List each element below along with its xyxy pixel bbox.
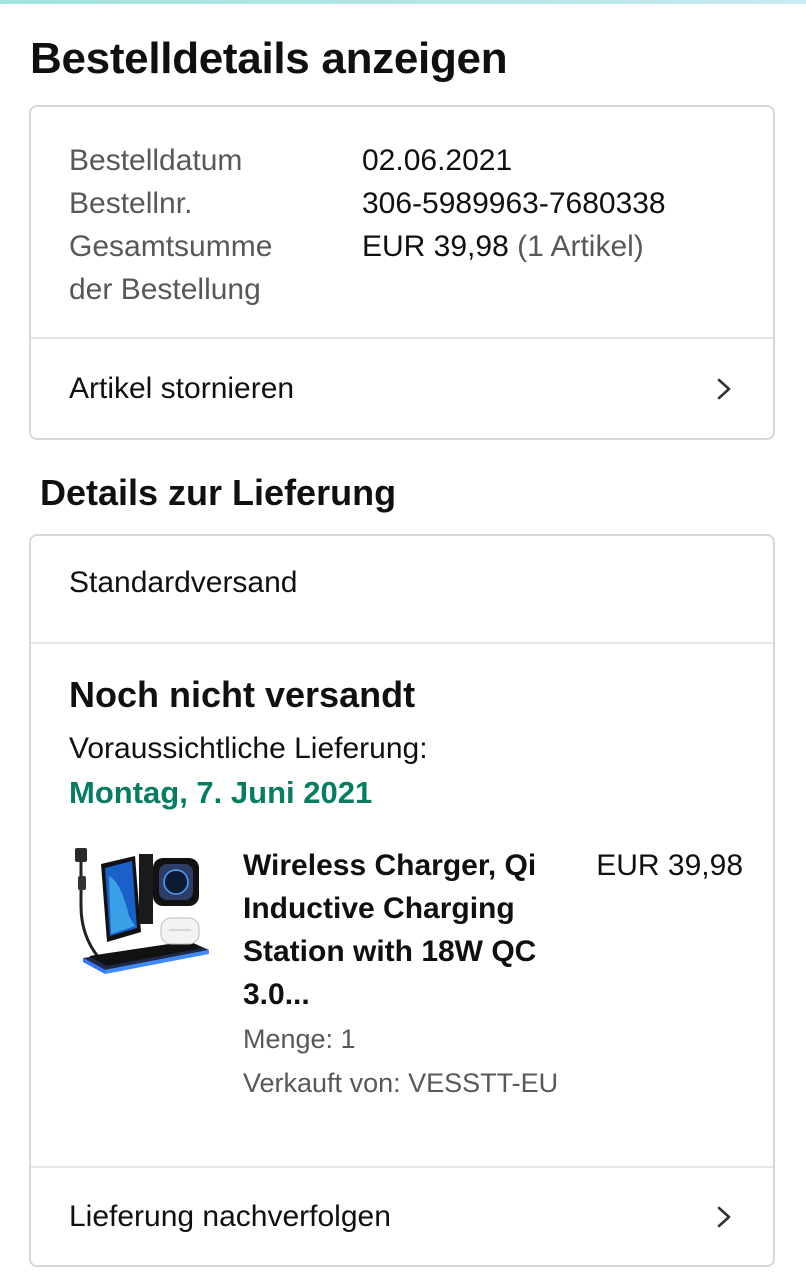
expected-delivery-date: Montag, 7. Juni 2021 — [69, 775, 373, 810]
order-total-label-line2: der Bestellung — [69, 273, 261, 306]
chevron-right-icon — [717, 1206, 731, 1227]
track-delivery-link[interactable]: Lieferung nachverfolgen — [31, 1168, 773, 1265]
order-summary-card: Bestelldatum 02.06.2021 Bestellnr. 306-5… — [29, 105, 775, 440]
product-seller: Verkauft von: VESSTT-EU — [243, 1068, 559, 1098]
cancel-items-link[interactable]: Artikel stornieren — [31, 339, 773, 438]
order-number-row: Bestellnr. 306-5989963-7680338 — [69, 182, 666, 225]
order-total-row: Gesamtsumme der Bestellung EUR 39,98 (1 … — [69, 225, 666, 311]
product-quantity: Menge: 1 — [243, 1024, 356, 1054]
order-total-label-line1: Gesamtsumme — [69, 230, 273, 263]
order-number-value: 306-5989963-7680338 — [362, 187, 666, 220]
top-accent-bar — [0, 0, 806, 4]
shipment-status: Noch nicht versandt — [69, 674, 416, 715]
shipping-method: Standardversand — [69, 566, 298, 599]
order-summary-rows: Bestelldatum 02.06.2021 Bestellnr. 306-5… — [69, 139, 666, 311]
order-date-value: 02.06.2021 — [362, 144, 513, 177]
product-price: EUR 39,98 — [596, 849, 743, 882]
order-item-count: (1 Artikel) — [517, 230, 644, 263]
expected-delivery-label: Voraussichtliche Lieferung: — [69, 732, 428, 765]
page-title: Bestelldetails anzeigen — [30, 34, 508, 83]
cancel-items-label: Artikel stornieren — [69, 371, 295, 405]
order-number-label: Bestellnr. — [69, 187, 193, 220]
product-title-link[interactable]: Wireless Charger, Qi Inductive Charging … — [243, 844, 583, 1016]
order-total-amount: EUR 39,98 — [362, 230, 509, 263]
delivery-section-title: Details zur Lieferung — [40, 472, 397, 513]
order-date-row: Bestelldatum 02.06.2021 — [69, 139, 666, 182]
plug-icon — [75, 848, 87, 862]
order-date-label: Bestelldatum — [69, 144, 243, 177]
chevron-right-icon — [717, 378, 731, 399]
delivery-card: Standardversand Noch nicht versandt Vora… — [29, 534, 775, 1267]
product-image[interactable] — [69, 846, 211, 986]
order-total-value: EUR 39,98 (1 Artikel) — [362, 225, 644, 311]
track-delivery-label: Lieferung nachverfolgen — [69, 1199, 391, 1233]
order-total-label: Gesamtsumme der Bestellung — [69, 225, 362, 311]
divider — [31, 642, 773, 644]
